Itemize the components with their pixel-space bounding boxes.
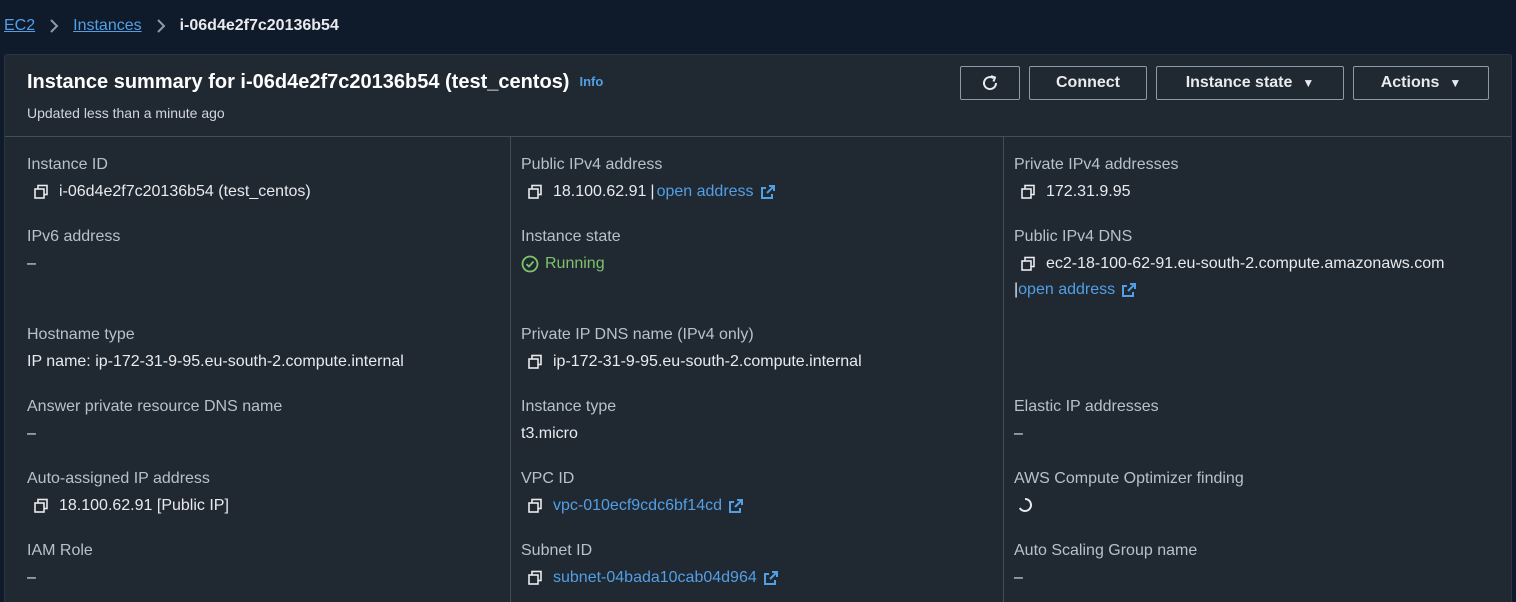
ipv6-value: – [27,255,36,272]
open-address-link[interactable]: open address [1018,280,1115,300]
answer-dns-field: Answer private resource DNS name – [27,397,282,444]
refresh-icon [980,73,1000,93]
instance-id-field: Instance ID i-06d4e2f7c20136b54 (test_ce… [27,155,311,202]
instance-state-field: Instance state Running [521,227,621,274]
vpc-id-field: VPC ID vpc-010ecf9cdc6bf14cd [521,469,744,516]
hostname-type-value: IP name: ip-172-31-9-95.eu-south-2.compu… [27,353,404,370]
caret-down-icon: ▼ [1302,76,1315,90]
loading-spinner-icon [1016,496,1034,514]
open-address-link[interactable]: open address [657,182,754,202]
info-link[interactable]: Info [579,74,603,89]
elastic-ip-field: Elastic IP addresses – [1014,397,1159,444]
private-ipv4-field: Private IPv4 addresses 172.31.9.95 [1014,155,1179,202]
panel-header: Instance summary for i-06d4e2f7c20136b54… [5,55,1511,137]
private-dns-label: Private IP DNS name (IPv4 only) [521,326,754,343]
breadcrumb-ec2-link[interactable]: EC2 [4,17,35,35]
optimizer-label: AWS Compute Optimizer finding [1014,470,1244,487]
asg-value: – [1014,569,1023,586]
iam-role-value: – [27,569,36,586]
breadcrumb: EC2 Instances i-06d4e2f7c20136b54 [0,0,1516,52]
copy-icon[interactable] [33,184,49,200]
public-ipv4-label: Public IPv4 address [521,156,663,173]
instance-state-label: Instance state [521,228,621,245]
page-title-text: Instance summary for i-06d4e2f7c20136b54… [27,71,570,93]
iam-role-label: IAM Role [27,542,93,559]
hostname-type-label: Hostname type [27,326,135,343]
subnet-id-label: Subnet ID [521,542,593,559]
copy-icon[interactable] [527,184,543,200]
public-dns-value: ec2-18-100-62-91.eu-south-2.compute.amaz… [1046,255,1445,272]
connect-button[interactable]: Connect [1029,66,1147,100]
ipv6-field: IPv6 address – [27,227,120,274]
answer-dns-label: Answer private resource DNS name [27,398,283,415]
private-ipv4-label: Private IPv4 addresses [1014,156,1179,173]
subnet-id-field: Subnet ID subnet-04bada10cab04d964 [521,541,779,588]
breadcrumb-current: i-06d4e2f7c20136b54 [179,17,339,34]
instance-type-value: t3.micro [521,425,578,442]
chevron-right-icon [156,18,166,34]
chevron-right-icon [49,18,59,34]
answer-dns-value: – [27,425,36,442]
instance-type-field: Instance type t3.micro [521,397,616,444]
vpc-id-label: VPC ID [521,470,575,487]
instance-id-value: i-06d4e2f7c20136b54 (test_centos) [59,183,311,200]
check-circle-icon [521,255,545,273]
subnet-id-link[interactable]: subnet-04bada10cab04d964 [553,568,757,588]
private-ipv4-value: 172.31.9.95 [1046,183,1131,200]
details-column-2: Public IPv4 address 18.100.62.91 | open … [511,137,1004,602]
public-dns-field: Public IPv4 DNS ec2-18-100-62-91.eu-sout… [1014,227,1444,300]
copy-icon[interactable] [527,498,543,514]
private-dns-field: Private IP DNS name (IPv4 only) ip-172-3… [521,325,862,372]
auto-ip-value: 18.100.62.91 [Public IP] [59,497,229,514]
elastic-ip-label: Elastic IP addresses [1014,398,1159,415]
public-dns-label: Public IPv4 DNS [1014,228,1133,245]
elastic-ip-value: – [1014,425,1023,442]
actions-label: Actions [1380,74,1440,91]
updated-status: Updated less than a minute ago [27,105,225,121]
external-link-icon[interactable] [763,570,779,586]
details-column-1: Instance ID i-06d4e2f7c20136b54 (test_ce… [5,137,511,602]
auto-ip-field: Auto-assigned IP address 18.100.62.91 [P… [27,469,229,516]
vpc-id-link[interactable]: vpc-010ecf9cdc6bf14cd [553,496,722,516]
external-link-icon[interactable] [760,184,776,200]
asg-label: Auto Scaling Group name [1014,542,1198,559]
status-badge: Running [545,255,605,272]
actions-dropdown[interactable]: Actions ▼ [1353,66,1489,100]
page-title: Instance summary for i-06d4e2f7c20136b54… [27,71,603,94]
ipv6-label: IPv6 address [27,228,121,245]
asg-field: Auto Scaling Group name – [1014,541,1197,588]
refresh-button[interactable] [960,66,1020,100]
copy-icon[interactable] [527,354,543,370]
copy-icon[interactable] [1020,184,1036,200]
instance-id-label: Instance ID [27,156,108,173]
copy-icon[interactable] [1020,256,1036,272]
breadcrumb-instances-link[interactable]: Instances [73,17,141,35]
separator: | [650,183,655,200]
public-ipv4-field: Public IPv4 address 18.100.62.91 | open … [521,155,776,202]
instance-type-label: Instance type [521,398,617,415]
details-column-3: Private IPv4 addresses 172.31.9.95 Publi… [1004,137,1513,602]
caret-down-icon: ▼ [1449,76,1462,90]
copy-icon[interactable] [33,498,49,514]
instance-summary-panel: Instance summary for i-06d4e2f7c20136b54… [4,54,1512,602]
instance-state-dropdown[interactable]: Instance state ▼ [1156,66,1344,100]
iam-role-field: IAM Role – [27,541,93,588]
copy-icon[interactable] [527,570,543,586]
private-dns-value: ip-172-31-9-95.eu-south-2.compute.intern… [553,353,862,370]
external-link-icon[interactable] [1121,282,1137,298]
optimizer-field: AWS Compute Optimizer finding [1014,469,1244,514]
public-ipv4-value: 18.100.62.91 [553,183,647,200]
auto-ip-label: Auto-assigned IP address [27,470,210,487]
external-link-icon[interactable] [728,498,744,514]
hostname-type-field: Hostname type IP name: ip-172-31-9-95.eu… [27,325,404,372]
instance-state-label: Instance state [1185,74,1293,91]
